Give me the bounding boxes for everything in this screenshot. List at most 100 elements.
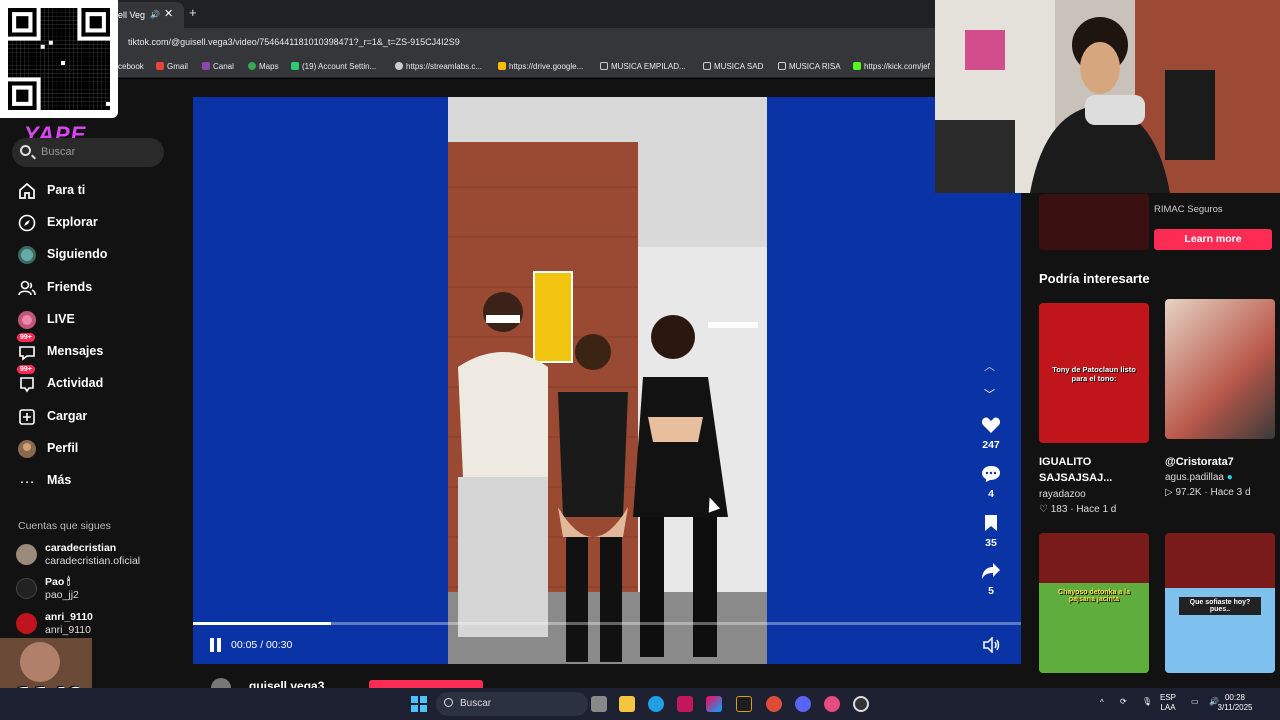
share-button[interactable]: 5 [976, 562, 1006, 597]
tray-chevron-icon[interactable]: ^ [1100, 698, 1104, 708]
like-button[interactable]: 247 [976, 416, 1006, 451]
video-frame-image [448, 97, 767, 664]
learn-more-button[interactable]: Learn more [1154, 229, 1272, 250]
following-account[interactable]: anri_9110 anri_9110 [16, 611, 176, 641]
file-explorer-icon[interactable] [619, 696, 635, 712]
bookmark-facebook[interactable]: cebook [118, 62, 144, 71]
language-indicator[interactable]: ESP LAA [1160, 693, 1176, 713]
secondary-webcam [0, 638, 92, 688]
volume-icon[interactable] [983, 636, 1001, 654]
avatar [16, 613, 37, 634]
folder-icon [703, 62, 711, 70]
task-view-icon[interactable] [591, 696, 607, 712]
ad-advertiser: RIMAC Seguros [1154, 204, 1223, 215]
obs-icon[interactable] [853, 696, 869, 712]
drive-icon [498, 62, 506, 70]
home-icon [17, 181, 37, 201]
sidebar-item-mas[interactable]: ··· Más [14, 468, 174, 492]
video-thumbnail[interactable]: Chayoso detonka a la pajsana jacinta [1039, 533, 1149, 673]
heart-outline-icon: ♡ [1039, 504, 1051, 515]
previous-video-icon[interactable]: ︿ [984, 358, 995, 374]
chrome-icon[interactable] [766, 696, 782, 712]
network-icon[interactable]: ⟳ [1120, 697, 1127, 707]
taskbar-search[interactable]: Buscar [436, 692, 588, 716]
bookmark-streamlabs[interactable]: https://streamlabs.c... [395, 62, 482, 71]
play-icon: ▷ [1165, 487, 1176, 498]
bookmark-maps[interactable]: Maps [248, 62, 279, 71]
pause-button[interactable] [210, 638, 222, 652]
sidebar-item-para-ti[interactable]: Para ti [14, 178, 174, 202]
sidebar-item-friends[interactable]: Friends [14, 275, 174, 299]
messages-badge: 99+ [17, 333, 35, 342]
verified-icon: ● [1226, 472, 1233, 483]
compass-icon [17, 213, 37, 233]
save-button[interactable]: 35 [976, 514, 1006, 549]
video-thumbnail[interactable]: Tony de Patoclaun listo para el tono: [1039, 303, 1149, 443]
bookmark-musica-risa[interactable]: MUSICA RISA [778, 62, 841, 71]
windows-taskbar: Buscar ^ ⟳ 🎙 ESP LAA ▭ 🔊 00:28 3/11/2025 [0, 688, 1280, 720]
maps-icon [248, 62, 256, 70]
following-account[interactable]: caradecristian caradecristian.oficial [16, 542, 176, 572]
video-thumbnail[interactable] [1165, 299, 1275, 439]
video-progress-fill [193, 622, 332, 625]
new-tab-button[interactable]: + [189, 5, 197, 20]
video-thumbnail[interactable]: Que sofiaste hoy? pues.. [1165, 533, 1275, 673]
bookmark-gmail[interactable]: Gmail [156, 62, 188, 71]
bookmark-kick[interactable]: https://kick.com/jef [853, 62, 930, 71]
next-video-icon[interactable]: ﹀ [984, 386, 995, 402]
comment-icon [982, 466, 1000, 482]
share-icon [982, 563, 1000, 579]
follow-button[interactable] [369, 680, 483, 688]
globe-icon [395, 62, 403, 70]
comment-button[interactable]: 4 [976, 465, 1006, 500]
app-icon[interactable] [677, 696, 693, 712]
heart-icon [981, 417, 1001, 433]
monitor-icon[interactable]: ▭ [1191, 697, 1199, 707]
bookmark-account[interactable]: (19) Account Settin... [291, 62, 376, 71]
author-avatar[interactable] [211, 678, 231, 688]
sidebar-item-cargar[interactable]: Cargar [14, 404, 174, 428]
author-name[interactable]: guisell.vega3 [249, 679, 324, 688]
copilot-icon[interactable] [706, 696, 722, 712]
bookmark-musica-sad[interactable]: MUSICA SAD [703, 62, 763, 71]
microphone-icon[interactable]: 🎙 [1142, 697, 1152, 707]
chrome-active-icon[interactable] [824, 696, 840, 712]
search-input[interactable]: Buscar [12, 138, 164, 167]
messages-icon [17, 342, 37, 362]
live-icon [17, 310, 37, 330]
share-count: 5 [988, 585, 994, 597]
game-icon[interactable] [736, 696, 752, 712]
video-frame[interactable] [448, 97, 767, 664]
sidebar-item-siguiendo[interactable]: Siguiendo [14, 242, 174, 266]
sidebar-item-mensajes[interactable]: 99+ Mensajes [14, 333, 174, 363]
screen: ell Veg 🔊 ✕ + tiktok.com/@guisell.vega3/… [0, 0, 1280, 720]
clock[interactable]: 00:28 3/11/2025 [1210, 693, 1260, 713]
sidebar-item-live[interactable]: LIVE [14, 307, 174, 331]
video-time: 00:05 / 00:30 [231, 639, 293, 651]
twitch-icon [291, 62, 299, 70]
video-progress-bar[interactable] [193, 622, 1021, 625]
comment-count: 4 [988, 488, 994, 500]
save-count: 35 [985, 537, 997, 549]
bookmark-drive[interactable]: https://drive.google... [498, 62, 583, 71]
edge-icon[interactable] [648, 696, 664, 712]
sidebar-item-actividad[interactable]: 99+ Actividad [14, 365, 174, 395]
discord-icon[interactable] [795, 696, 811, 712]
ad-thumbnail[interactable] [1039, 194, 1149, 250]
tab-title: ell Veg [118, 10, 146, 20]
sidebar-item-explorar[interactable]: Explorar [14, 210, 174, 234]
profile-icon [17, 439, 37, 459]
following-account[interactable]: Pao 🕯 pao_jj2 [16, 576, 176, 606]
windows-start-icon[interactable] [411, 696, 427, 712]
audio-icon: 🔊 [150, 10, 160, 19]
recommendations-title: Podría interesarte [1039, 271, 1150, 286]
sidebar-item-perfil[interactable]: Perfil [14, 436, 174, 460]
bookmark-canal[interactable]: Canal [202, 62, 234, 71]
close-tab-icon[interactable]: ✕ [164, 7, 173, 20]
qr-code-image [8, 8, 110, 110]
search-placeholder: Buscar [41, 146, 76, 158]
activity-badge: 99+ [17, 365, 35, 374]
streamer-webcam [935, 0, 1280, 193]
search-icon [20, 145, 31, 156]
bookmark-musica-empilad[interactable]: MUSICA EMPILAD... [600, 62, 686, 71]
